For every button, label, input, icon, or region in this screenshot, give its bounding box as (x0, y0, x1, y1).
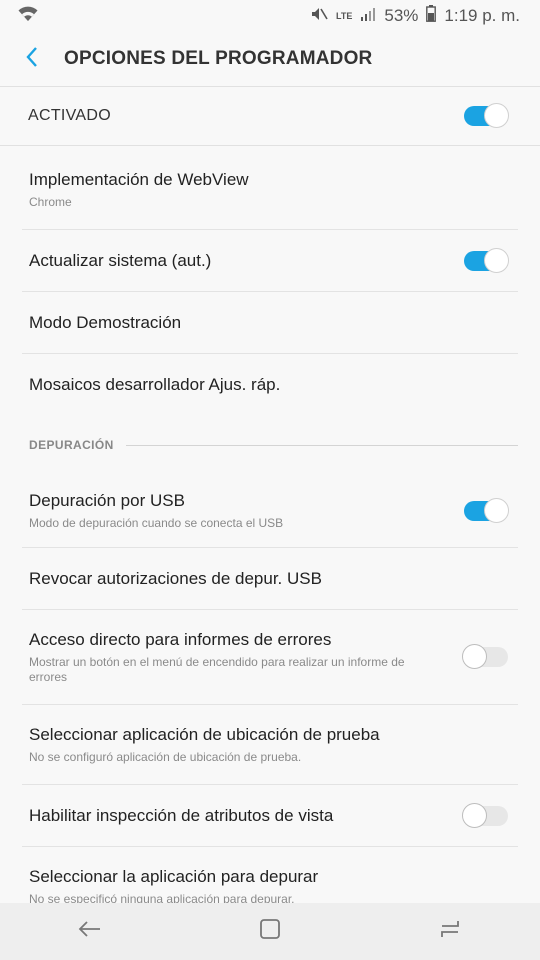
item-title: Seleccionar la aplicación para depurar (29, 867, 319, 886)
app-bar: OPCIONES DEL PROGRAMADOR (0, 32, 540, 86)
clock: 1:19 p. m. (444, 6, 520, 25)
item-title: Habilitar inspección de atributos de vis… (29, 805, 334, 825)
list-item-auto-update[interactable]: Actualizar sistema (aut.) (22, 230, 518, 292)
list-item-view-attribute-inspection[interactable]: Habilitar inspección de atributos de vis… (22, 785, 518, 847)
section-label: DEPURACIÓN (29, 438, 114, 452)
item-subtitle: Chrome (29, 194, 72, 209)
network-type-label: LTE (336, 11, 353, 21)
list-item-mock-location[interactable]: Seleccionar aplicación de ubicación de p… (22, 705, 518, 785)
master-switch-label: ACTIVADO (28, 107, 112, 124)
settings-list: Implementación de WebView Chrome Actuali… (0, 150, 540, 927)
vibrate-mute-icon (310, 6, 328, 27)
signal-icon (360, 6, 376, 26)
navigation-bar (0, 903, 540, 960)
list-item-quick-tiles[interactable]: Mosaicos desarrollador Ajus. ráp. (22, 354, 518, 416)
section-divider (125, 444, 518, 446)
section-header-debugging: DEPURACIÓN (22, 416, 518, 474)
nav-back-button[interactable] (60, 903, 120, 960)
nav-home-button[interactable] (240, 903, 300, 960)
status-indicators: LTE 53% 1:19 p. m. (310, 5, 520, 27)
item-title: Actualizar sistema (aut.) (29, 250, 212, 270)
battery-percent: 53% (384, 6, 419, 25)
list-item-usb-debugging[interactable]: Depuración por USB Modo de depuración cu… (22, 474, 518, 548)
list-item-revoke-usb[interactable]: Revocar autorizaciones de depur. USB (22, 548, 518, 610)
page-title: OPCIONES DEL PROGRAMADOR (64, 48, 373, 69)
nav-home-icon (259, 918, 281, 945)
battery-icon (426, 5, 437, 27)
item-title: Revocar autorizaciones de depur. USB (29, 568, 322, 588)
item-subtitle: No se configuró aplicación de ubicación … (29, 749, 302, 764)
status-bar: LTE 53% 1:19 p. m. (0, 0, 540, 32)
nav-recents-button[interactable] (420, 903, 480, 960)
nav-recents-icon (439, 919, 461, 944)
back-button[interactable] (0, 32, 64, 86)
item-title: Depuración por USB (29, 490, 185, 510)
bug-report-toggle[interactable] (462, 644, 510, 670)
item-title: Modo Demostración (29, 312, 182, 332)
item-subtitle: Modo de depuración cuando se conecta el … (29, 515, 284, 530)
item-subtitle: Mostrar un botón en el menú de encendido… (29, 654, 405, 684)
master-switch-toggle[interactable] (462, 103, 510, 129)
item-title: Mosaicos desarrollador Ajus. ráp. (29, 375, 281, 394)
item-title: Implementación de WebView (29, 169, 249, 189)
back-arrow-icon (25, 46, 39, 73)
item-title: Seleccionar aplicación de ubicación de p… (29, 724, 380, 744)
usb-debugging-toggle[interactable] (462, 497, 510, 524)
list-item-demo-mode[interactable]: Modo Demostración (22, 292, 518, 354)
nav-back-icon (78, 920, 102, 943)
wifi-icon (18, 6, 38, 27)
list-item-webview[interactable]: Implementación de WebView Chrome (22, 150, 518, 230)
item-title: Acceso directo para informes de errores (29, 629, 332, 649)
view-attribute-toggle[interactable] (462, 802, 510, 829)
auto-update-toggle[interactable] (462, 247, 510, 274)
list-item-bug-report-shortcut[interactable]: Acceso directo para informes de errores … (22, 610, 518, 705)
master-switch-row[interactable]: ACTIVADO (0, 86, 540, 146)
